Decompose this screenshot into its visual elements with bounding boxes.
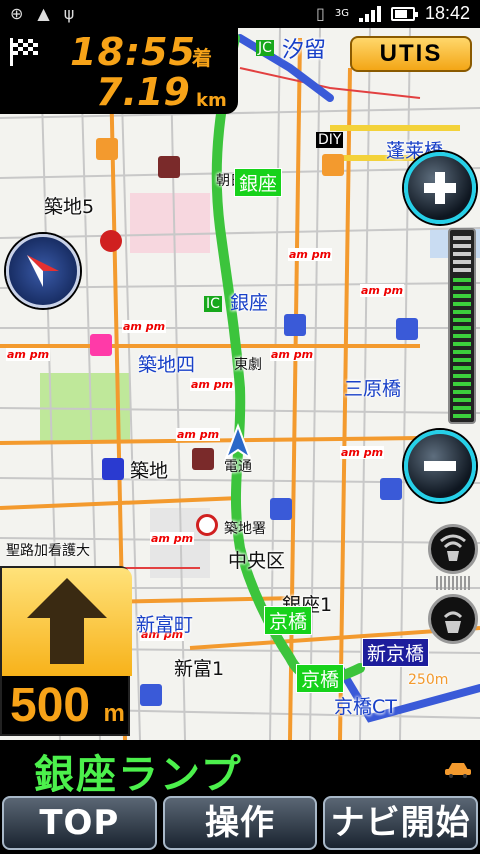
dentsu-icon [192, 448, 214, 470]
map-label-ginza: 銀座 [234, 168, 283, 197]
police-icon [158, 156, 180, 178]
vibrate-icon: ▯ [316, 4, 325, 23]
am-pm-icon: am pm [6, 348, 51, 361]
distance-unit: km [196, 90, 227, 111]
voice-volume-up-button[interactable] [428, 524, 478, 574]
map-label-shintomi1: 新富1 [174, 658, 225, 680]
top-button[interactable]: TOP [2, 796, 157, 850]
arrival-time: 18:55 [70, 30, 196, 74]
no-entry-icon [196, 514, 218, 536]
am-pm-icon: am pm [340, 446, 385, 459]
compass-button[interactable] [6, 234, 80, 308]
speaker-icon [440, 534, 466, 561]
map-label-tsukiji-station: 築地 [130, 460, 169, 482]
map-label-tsukiji5: 築地5 [44, 196, 95, 218]
subway-icon [102, 458, 124, 480]
lawson-icon [140, 684, 162, 706]
map-label-sanbara: 三原橋 [344, 378, 402, 400]
map-label-ginza-ic: 銀座 [230, 292, 269, 314]
usb-icon: ψ [63, 4, 75, 23]
arrival-suffix: 着 [192, 46, 212, 70]
map-label-chuoku: 中央区 [228, 550, 286, 572]
map-label-seiroka: 聖路加看護大 [6, 543, 90, 559]
map-label-jc: JC [256, 40, 274, 56]
lawson-icon [270, 498, 292, 520]
navi-start-button[interactable]: ナビ開始 [323, 796, 479, 850]
minus-icon [424, 461, 456, 471]
next-turn-panel: 500 m [0, 566, 132, 736]
am-pm-icon: am pm [288, 248, 333, 261]
map-label-kyobashi: 京橋 [264, 606, 313, 635]
warning-icon: ▲ [37, 4, 50, 23]
map-label-tsukiji-police: 築地署 [224, 521, 266, 537]
utis-button[interactable]: UTIS [350, 36, 472, 72]
lawson-icon [380, 478, 402, 500]
lawson-icon [396, 318, 418, 340]
plus-icon [424, 172, 456, 204]
road-name-bar: 銀座ランプ [0, 740, 480, 798]
gas-station-icon [322, 154, 344, 176]
am-pm-icon: am pm [190, 378, 235, 391]
car-icon [445, 763, 471, 778]
notification-icons: ⊕ ▲ ψ [10, 4, 74, 23]
shop-icon [100, 230, 122, 252]
lawson-icon [284, 314, 306, 336]
map-label-shintomicho: 新富町 [136, 614, 194, 636]
battery-icon [390, 6, 418, 21]
map-label-kyobashi-ct: 京橋CT [334, 696, 397, 718]
map-label-shiodome: 汐留 [282, 38, 327, 63]
map-label-shinkyobashi: 新京橋 [362, 638, 430, 667]
volume-level-indicator [436, 576, 470, 590]
map-label-250m: 250m [408, 672, 449, 688]
remaining-distance: 7.19 [96, 70, 190, 114]
zoom-in-button[interactable] [404, 152, 476, 224]
gas-station-icon [96, 138, 118, 160]
straight-arrow-icon [27, 578, 107, 664]
checkered-flag-icon [10, 38, 38, 66]
am-pm-icon: am pm [270, 348, 315, 361]
zoom-level-indicator [448, 228, 476, 424]
diy-store-label: DIY [316, 132, 344, 148]
am-pm-icon: am pm [122, 320, 167, 333]
status-bar: ⊕ ▲ ψ ▯ 3G 18:42 [0, 0, 480, 28]
map-label-tsukiji4: 築地四 [138, 354, 196, 376]
next-turn-distance: 500 [10, 679, 91, 732]
am-pm-icon: am pm [176, 428, 221, 441]
next-turn-unit: m [103, 700, 125, 727]
map-label-higashi: 東劇 [234, 357, 262, 373]
map-label-kyobashi-2: 京橋 [296, 664, 345, 693]
shop-icon [90, 334, 112, 356]
operation-button[interactable]: 操作 [162, 796, 318, 850]
am-pm-icon: am pm [150, 532, 195, 545]
speaker-icon [443, 611, 463, 633]
eta-panel[interactable]: 18:55 着 7.19 km [0, 28, 238, 114]
voice-volume-down-button[interactable] [428, 594, 478, 644]
compass-icon [27, 255, 59, 287]
am-pm-icon: am pm [360, 284, 405, 297]
map-label-ic: IC [204, 296, 222, 312]
bottom-button-bar: TOP 操作 ナビ開始 [0, 792, 480, 854]
network-type: 3G [334, 8, 349, 19]
map-label-dentsu: 電通 [224, 459, 252, 475]
zoom-out-button[interactable] [404, 430, 476, 502]
gps-notification-icon: ⊕ [10, 4, 24, 23]
status-clock: 18:42 [424, 3, 470, 23]
signal-icon [358, 5, 381, 22]
